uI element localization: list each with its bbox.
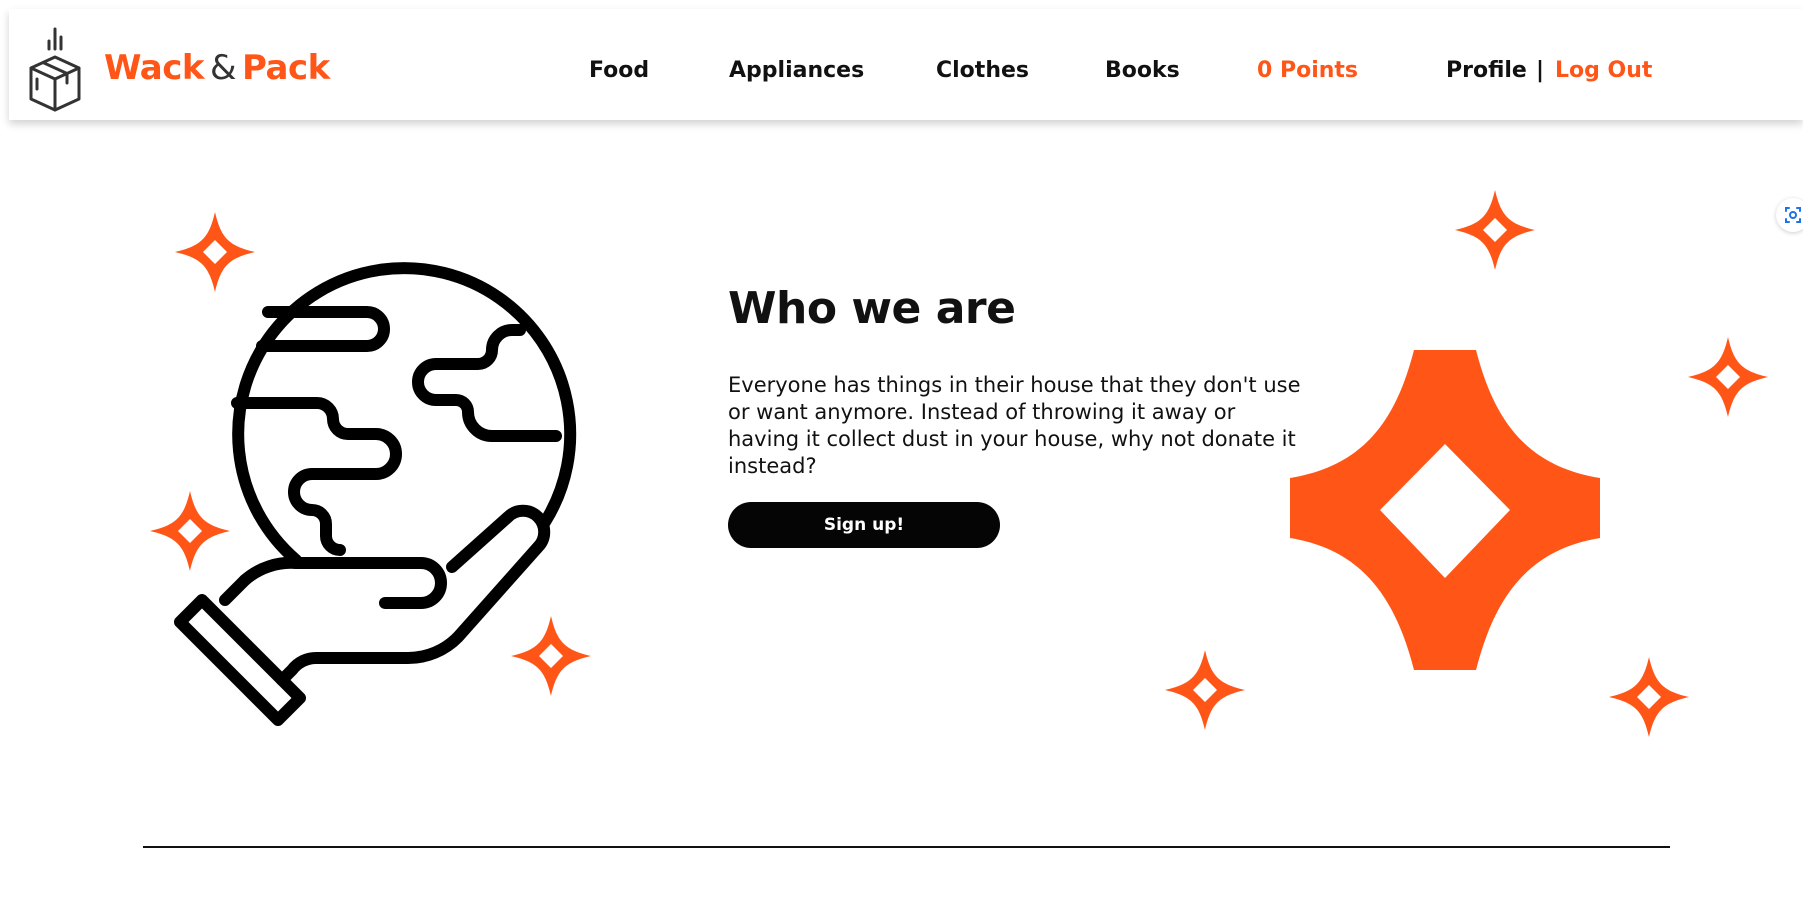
hand-holding-globe-icon <box>174 262 577 726</box>
brand-word-pack: Pack <box>242 48 330 88</box>
sparkle-decoration <box>1165 190 1768 737</box>
sparkle-icon <box>150 212 591 696</box>
hero-title: Who we are <box>728 283 1016 334</box>
brand-ampersand: & <box>210 48 237 88</box>
hand-holding-globe-illustration <box>150 212 591 726</box>
signup-button[interactable]: Sign up! <box>728 502 1000 548</box>
section-divider <box>143 846 1670 848</box>
brand-word-wack: Wack <box>104 48 205 88</box>
page: Wack & Pack Food Appliances Clothes Books … <box>0 0 1803 921</box>
nav-food-link[interactable]: Food <box>589 58 649 83</box>
nav-points-link[interactable]: 0 Points <box>1257 58 1358 83</box>
nav-profile-link[interactable]: Profile <box>1446 58 1527 83</box>
package-box-icon[interactable] <box>25 17 85 113</box>
nav-logout-link[interactable]: Log Out <box>1555 58 1652 83</box>
brand-logo[interactable]: Wack & Pack <box>104 48 330 88</box>
nav-separator: | <box>1536 58 1545 83</box>
nav-clothes-link[interactable]: Clothes <box>936 58 1029 83</box>
screenshot-scan-icon[interactable] <box>1776 198 1803 232</box>
sparkle-icon <box>1165 190 1768 737</box>
nav-appliances-link[interactable]: Appliances <box>729 58 864 83</box>
nav-books-link[interactable]: Books <box>1105 58 1180 83</box>
top-navbar: Wack & Pack Food Appliances Clothes Books … <box>9 9 1803 120</box>
